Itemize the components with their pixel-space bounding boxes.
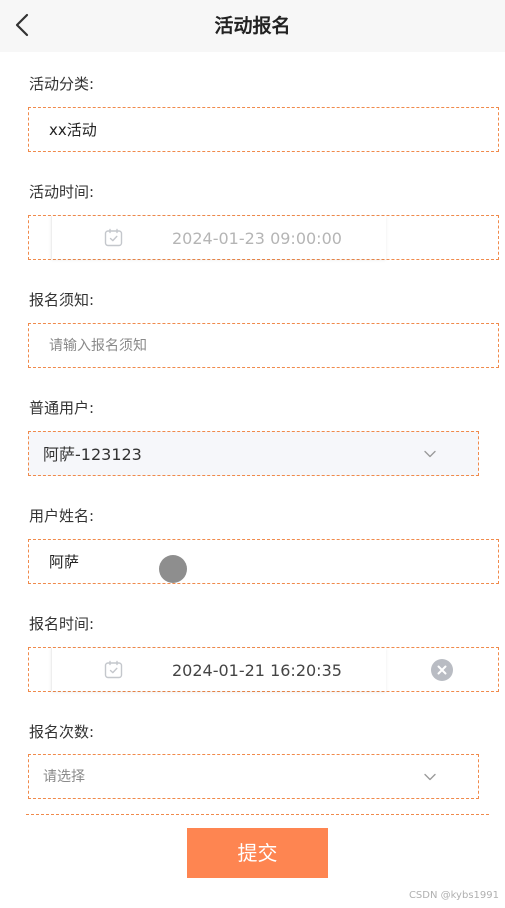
signup-time-label: 报名时间: [29,615,95,633]
user-name-input[interactable]: 阿萨 [28,539,499,584]
activity-category-value: xx活动 [49,121,97,139]
signup-time-picker[interactable]: 2024-01-21 16:20:35 [28,647,499,692]
activity-category-label: 活动分类: [29,75,95,93]
activity-time-label: 活动时间: [29,183,95,201]
signup-count-placeholder: 请选择 [43,769,85,785]
activity-time-picker[interactable]: 2024-01-23 09:00:00 [28,215,499,260]
touch-indicator [159,555,187,583]
calendar-icon [103,227,124,248]
activity-time-value: 2024-01-23 09:00:00 [172,229,342,248]
notice-label: 报名须知: [29,291,95,309]
signup-count-select[interactable]: 请选择 [28,754,479,799]
normal-user-select[interactable]: 阿萨-123123 [28,431,479,476]
notice-input[interactable]: 请输入报名须知 [28,323,499,368]
user-name-value: 阿萨 [49,553,80,571]
user-name-label: 用户姓名: [29,507,95,525]
activity-category-field[interactable]: xx活动 [28,107,499,152]
page-title: 活动报名 [214,15,291,37]
chevron-down-icon [422,769,438,785]
nav-bar: 活动报名 [0,0,505,52]
divider [26,814,489,815]
submit-button[interactable]: 提交 [187,828,328,878]
watermark: CSDN @kybs1991 [408,890,499,901]
calendar-icon [103,659,124,680]
notice-placeholder: 请输入报名须知 [49,338,147,354]
normal-user-label: 普通用户: [29,399,95,417]
clear-icon[interactable] [431,659,453,681]
signup-time-value: 2024-01-21 16:20:35 [172,661,342,680]
normal-user-value: 阿萨-123123 [43,445,142,464]
chevron-down-icon [422,446,438,462]
signup-count-label: 报名次数: [29,723,95,741]
